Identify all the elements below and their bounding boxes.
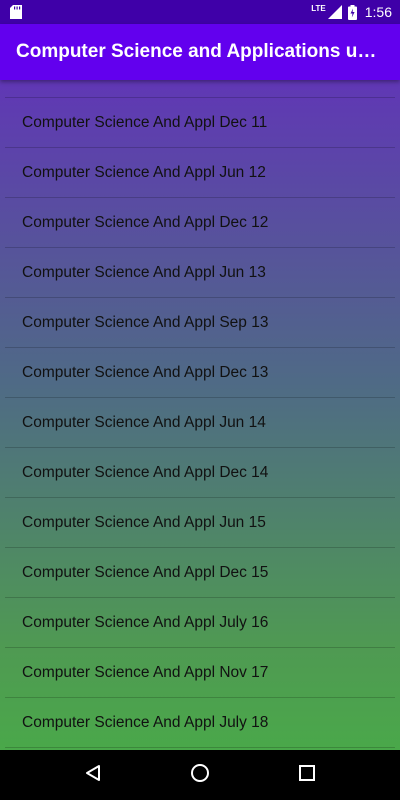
list-item[interactable]: Computer Science And Appl Dec 15 [5,547,395,597]
list-item[interactable]: Computer Science And Appl Jun 14 [5,397,395,447]
list-item-partial[interactable] [5,80,395,97]
battery-charging-icon [347,4,357,20]
home-button[interactable] [176,751,224,799]
app-bar-title: Computer Science and Applications u… [16,41,377,62]
network-type-label: LTE [311,3,326,13]
list-item[interactable]: Computer Science And Appl Jun 13 [5,247,395,297]
sd-card-icon [10,5,22,19]
list-item[interactable]: Computer Science And Appl Dec 11 [5,97,395,147]
back-icon [84,764,102,787]
list-item[interactable]: Computer Science And Appl Dec 12 [5,197,395,247]
home-icon [190,763,210,788]
list-item[interactable]: Computer Science And Appl Dec 13 [5,347,395,397]
list-item[interactable]: Computer Science And Appl Dec 14 [5,447,395,497]
paper-list-container[interactable]: Computer Science And Appl Dec 11 Compute… [0,80,400,750]
list-item[interactable]: Computer Science And Appl July 16 [5,597,395,647]
list-item[interactable]: Computer Science And Appl Jun 12 [5,147,395,197]
list-item[interactable]: Computer Science And Appl Nov 17 [5,647,395,697]
app-bar: Computer Science and Applications u… [0,24,400,80]
back-button[interactable] [69,751,117,799]
recents-button[interactable] [283,751,331,799]
paper-list: Computer Science And Appl Dec 11 Compute… [0,80,400,750]
list-item[interactable]: Computer Science And Appl Sep 13 [5,297,395,347]
list-item[interactable]: Computer Science And Appl Jun 15 [5,497,395,547]
recents-icon [298,764,316,787]
signal-icon [327,5,342,19]
list-item[interactable]: Computer Science And Appl July 18 [5,697,395,747]
navigation-bar [0,750,400,800]
status-time: 1:56 [364,4,392,20]
status-bar: LTE 1:56 [0,0,400,24]
